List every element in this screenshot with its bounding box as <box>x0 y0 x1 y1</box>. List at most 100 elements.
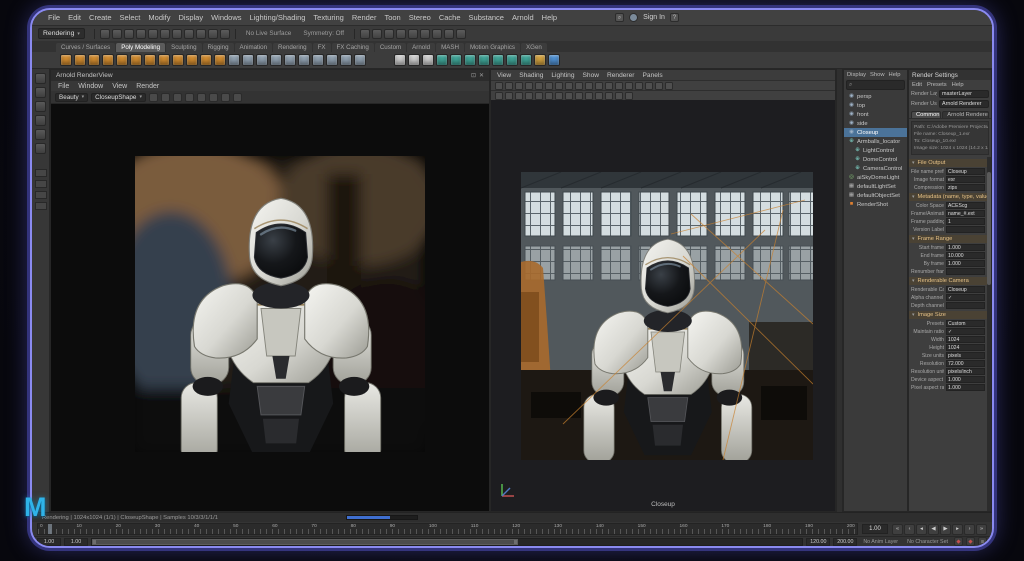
outliner-item[interactable]: defaultLightSet <box>844 182 907 191</box>
outliner-item[interactable]: defaultObjectSet <box>844 191 907 200</box>
shelf-tab[interactable]: Arnold <box>407 43 436 52</box>
outliner-menu-item[interactable]: Show <box>870 72 885 78</box>
menubar-item[interactable]: Texturing <box>309 13 347 22</box>
save-scene-icon[interactable] <box>123 28 134 39</box>
lighting-all-icon[interactable] <box>655 81 663 90</box>
smooth-shade-icon[interactable] <box>505 91 513 100</box>
menubar-item[interactable]: Render <box>348 13 381 22</box>
sign-in-button[interactable]: Sign In <box>643 14 665 21</box>
shelf-tab[interactable]: Rigging <box>202 43 234 52</box>
single-pane-layout-button[interactable] <box>34 169 47 177</box>
render-settings-menu-item[interactable]: Help <box>952 82 964 88</box>
snapshot-icon[interactable] <box>160 92 170 102</box>
safe-action-icon[interactable] <box>615 81 623 90</box>
xray-icon[interactable] <box>595 91 603 100</box>
go-to-next-key-button[interactable]: › <box>964 523 975 535</box>
render-layer-dropdown[interactable]: masterLayer <box>939 90 989 98</box>
open-scene-icon[interactable] <box>111 28 122 39</box>
outliner-item[interactable]: persp <box>844 92 907 101</box>
menubar-item[interactable]: Cache <box>435 13 465 22</box>
paint-select-tool-icon[interactable] <box>35 101 46 112</box>
extrude-icon[interactable] <box>256 54 268 66</box>
mirror-icon[interactable] <box>326 54 338 66</box>
arnold-renderview-icon[interactable] <box>432 28 443 39</box>
menubar-item[interactable]: Substance <box>465 13 508 22</box>
shelf-tab[interactable]: MASH <box>436 43 464 52</box>
arnold-standin-icon[interactable] <box>436 54 448 66</box>
field-value[interactable] <box>946 268 985 276</box>
playback-end-field[interactable]: 120.00 <box>806 537 831 546</box>
bevel-icon[interactable] <box>270 54 282 66</box>
field-value[interactable]: ✓ <box>946 328 985 336</box>
field-value[interactable] <box>946 226 985 234</box>
poly-cylinder-icon[interactable] <box>88 54 100 66</box>
shelf-tab[interactable]: Curves / Surfaces <box>56 43 116 52</box>
animation-end-field[interactable]: 200.00 <box>833 537 858 546</box>
viewport-canvas[interactable]: Closeup <box>491 100 835 511</box>
field-value[interactable]: 1024 <box>946 336 985 344</box>
arnold-photometric-light-icon[interactable] <box>492 54 504 66</box>
arnold-physical-sky-icon[interactable] <box>506 54 518 66</box>
shelf-tab[interactable]: Motion Graphics <box>464 43 521 52</box>
render-settings-menu-item[interactable]: Presets <box>927 82 947 88</box>
select-camera-icon[interactable] <box>495 81 503 90</box>
lock-camera-icon[interactable] <box>505 81 513 90</box>
isolate-select-icon[interactable] <box>585 91 593 100</box>
animation-preferences-button[interactable]: ≡ <box>978 537 987 546</box>
shelf-tab[interactable]: Poly Modeling <box>116 43 166 52</box>
playback-range-bar[interactable] <box>92 538 519 545</box>
step-forward-frame-button[interactable]: ▸ <box>952 523 963 535</box>
outliner-menu-item[interactable]: Help <box>889 72 901 78</box>
poly-gear-icon[interactable] <box>200 54 212 66</box>
field-value[interactable]: ACEScg <box>946 202 985 210</box>
field-value[interactable]: pixels <box>946 352 985 360</box>
rotate-tool-icon[interactable] <box>35 129 46 140</box>
shelf-tab[interactable]: FX <box>312 43 331 52</box>
render-settings-tab[interactable]: Arnold Renderer <box>942 111 989 118</box>
make-live-icon[interactable] <box>219 28 230 39</box>
super-ellipse-icon[interactable] <box>242 54 254 66</box>
field-value[interactable]: Closeup <box>946 286 985 294</box>
pause-viewport-icon[interactable] <box>444 28 455 39</box>
viewport-menu-item[interactable]: View <box>497 72 511 79</box>
play-backwards-button[interactable]: ◀ <box>928 523 939 535</box>
menubar-item[interactable]: File <box>44 13 64 22</box>
field-value[interactable]: Custom <box>946 320 985 328</box>
outliner-item[interactable]: DomeControl <box>844 155 907 164</box>
render-current-frame-icon[interactable] <box>384 28 395 39</box>
field-value[interactable]: pixels/inch <box>946 368 985 376</box>
platonic-solid-icon[interactable] <box>158 54 170 66</box>
image-plane-icon[interactable] <box>535 81 543 90</box>
sweep-mesh-icon[interactable] <box>214 54 226 66</box>
open-render-view-icon[interactable] <box>372 28 383 39</box>
outliner-item[interactable]: aiSkyDomeLight <box>844 173 907 182</box>
save-image-icon[interactable] <box>148 92 158 102</box>
quad-draw-icon[interactable] <box>422 54 434 66</box>
outliner-menu-item[interactable]: Display <box>847 72 866 78</box>
outliner-item[interactable]: side <box>844 119 907 128</box>
section-header-renderable-camera[interactable]: ▾ Renderable Camera <box>909 277 987 286</box>
crop-region-icon[interactable] <box>184 92 194 102</box>
poly-disc-icon[interactable] <box>144 54 156 66</box>
outliner-search-input[interactable] <box>854 82 902 88</box>
shelf-tab[interactable]: Custom <box>374 43 407 52</box>
snap-to-point-icon[interactable] <box>183 28 194 39</box>
shelf-tab[interactable]: Sculpting <box>166 43 202 52</box>
curve-pencil-icon[interactable] <box>394 54 406 66</box>
go-to-prev-key-button[interactable]: ‹ <box>904 523 915 535</box>
multi-cut-icon[interactable] <box>298 54 310 66</box>
undo-icon[interactable] <box>135 28 146 39</box>
character-set-label[interactable]: No Character Set <box>907 539 948 545</box>
ipr-render-icon[interactable] <box>396 28 407 39</box>
animation-start-field[interactable]: 1.00 <box>37 537 61 546</box>
menubar-item[interactable]: Help <box>538 13 561 22</box>
field-value[interactable]: Closeup <box>946 168 985 176</box>
poly-pipe-icon[interactable] <box>172 54 184 66</box>
wireframe-icon[interactable] <box>495 91 503 100</box>
field-value[interactable] <box>946 302 985 310</box>
help-icon[interactable]: ? <box>669 13 679 22</box>
scrollbar[interactable] <box>987 157 991 511</box>
menubar-item[interactable]: Modify <box>144 13 174 22</box>
ab-compare-icon[interactable] <box>172 92 182 102</box>
aov-dropdown[interactable]: Beauty ▾ <box>55 92 89 102</box>
